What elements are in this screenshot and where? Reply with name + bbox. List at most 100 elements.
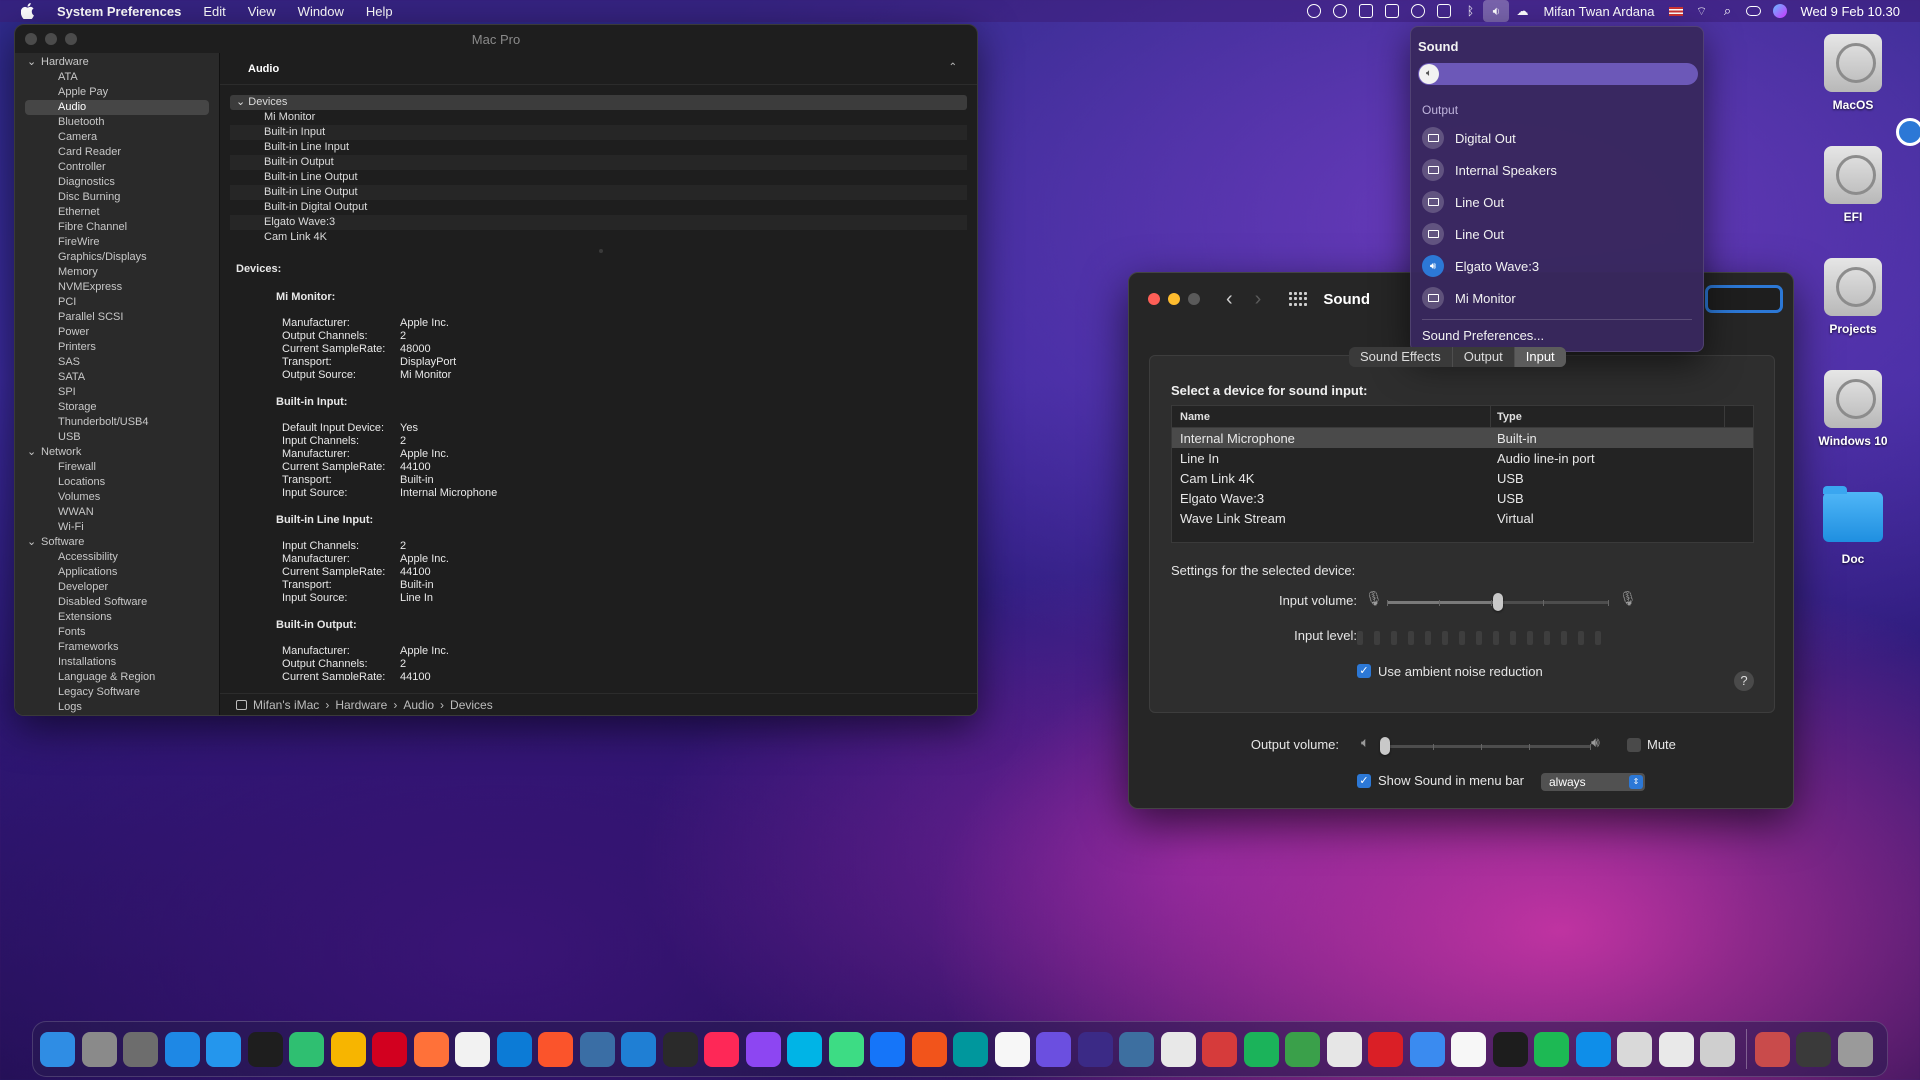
webstorm-icon[interactable] xyxy=(787,1031,822,1067)
path-segment[interactable]: Audio xyxy=(403,698,434,712)
sequel-icon[interactable] xyxy=(1202,1031,1237,1067)
notion-icon[interactable] xyxy=(994,1031,1030,1067)
status-shield-icon[interactable] xyxy=(1301,0,1327,22)
sidebar-item[interactable]: PCI xyxy=(15,295,219,310)
sidebar-item[interactable]: Printers xyxy=(15,340,219,355)
device-list-item[interactable]: Built-in Input xyxy=(230,125,967,140)
help-button[interactable]: ? xyxy=(1734,671,1754,691)
bluetooth-icon[interactable]: ᛒ xyxy=(1457,0,1483,22)
column-name[interactable]: Name xyxy=(1172,406,1491,427)
zoom-button[interactable] xyxy=(65,33,77,45)
output-device-item[interactable]: Digital Out xyxy=(1422,125,1516,151)
sidebar-item[interactable]: Volumes xyxy=(15,490,219,505)
path-segment[interactable]: Mifan's iMac xyxy=(253,698,319,712)
output-volume-knob[interactable] xyxy=(1380,737,1390,755)
menu-edit[interactable]: Edit xyxy=(192,4,236,19)
sidebar-item[interactable]: SPI xyxy=(15,385,219,400)
table-row[interactable]: Wave Link Stream Virtual xyxy=(1172,508,1753,528)
device-list-item[interactable]: Built-in Line Input xyxy=(230,140,967,155)
teamviewer-side-icon[interactable] xyxy=(1896,118,1920,146)
forward-chevron-icon[interactable]: › xyxy=(1255,288,1262,311)
apple-logo-icon[interactable] xyxy=(19,2,37,20)
minimize-button[interactable] xyxy=(1168,293,1180,305)
sidebar-item[interactable]: Wi-Fi xyxy=(15,520,219,535)
sidebar-group-network[interactable]: Network xyxy=(15,445,219,460)
back-chevron-icon[interactable]: ‹ xyxy=(1226,288,1233,311)
intellij-icon[interactable] xyxy=(704,1031,739,1067)
cloud-status-icon[interactable]: ☁︎ xyxy=(1509,0,1535,22)
cloud-app-icon[interactable] xyxy=(1243,1031,1279,1067)
gitkraken-icon[interactable] xyxy=(662,1031,698,1067)
sidebar-item[interactable]: Fibre Channel xyxy=(15,220,219,235)
sidebar-item[interactable]: Parallel SCSI xyxy=(15,310,219,325)
sidebar-item[interactable]: Fonts xyxy=(15,625,219,640)
finder-icon[interactable] xyxy=(40,1031,75,1067)
device-list-item[interactable]: Built-in Line Output xyxy=(230,170,967,185)
vscode-icon[interactable] xyxy=(621,1031,656,1067)
menubar-user-name[interactable]: Mifan Twan Ardana xyxy=(1535,4,1662,19)
tableplus-icon[interactable] xyxy=(1160,1031,1196,1067)
preview-icon[interactable] xyxy=(1617,1031,1652,1067)
sidebar-item[interactable]: FireWire xyxy=(15,235,219,250)
sidebar-item[interactable]: Power xyxy=(15,325,219,340)
terminal-icon[interactable] xyxy=(1492,1031,1528,1067)
device-list-item[interactable]: Elgato Wave:3 xyxy=(230,215,967,230)
sidebar-item[interactable]: Legacy Software xyxy=(15,685,219,700)
path-segment[interactable]: Devices xyxy=(450,698,493,712)
sidebar-item[interactable]: Extensions xyxy=(15,610,219,625)
menu-help[interactable]: Help xyxy=(355,4,404,19)
desktop-icon-doc[interactable]: Doc xyxy=(1808,486,1898,566)
sidebar-item[interactable]: Audio xyxy=(25,100,209,115)
path-segment[interactable]: Hardware xyxy=(335,698,387,712)
sidebar-item[interactable]: Graphics/Displays xyxy=(15,250,219,265)
desktop-icon-efi[interactable]: EFI xyxy=(1808,146,1898,224)
device-list-item[interactable]: Built-in Output xyxy=(230,155,967,170)
display-status-icon[interactable] xyxy=(1353,0,1379,22)
close-button[interactable] xyxy=(1148,293,1160,305)
search-input[interactable] xyxy=(1705,285,1783,313)
mysql-workbench-icon[interactable] xyxy=(1119,1031,1154,1067)
sidebar-item[interactable]: Bluetooth xyxy=(15,115,219,130)
brave-icon[interactable] xyxy=(538,1031,573,1067)
speaker-icon[interactable]: 🔈︎ xyxy=(1419,64,1439,84)
sidebar-item[interactable]: Controller xyxy=(15,160,219,175)
menubar-clock[interactable]: Wed 9 Feb 10.30 xyxy=(1793,4,1909,19)
sidebar-item[interactable]: Language & Region xyxy=(15,670,219,685)
firefox-icon[interactable] xyxy=(413,1031,449,1067)
device-list-item[interactable]: Cam Link 4K xyxy=(230,230,967,245)
sidebar-item[interactable]: Logs xyxy=(15,700,219,715)
activity-monitor-status-icon[interactable] xyxy=(1431,0,1457,22)
sidebar-item[interactable]: Storage xyxy=(15,400,219,415)
zoom-button[interactable] xyxy=(1188,293,1200,305)
tab-output[interactable]: Output xyxy=(1453,347,1515,367)
device-list-item[interactable]: Built-in Line Output xyxy=(230,185,967,200)
trash-icon[interactable] xyxy=(1837,1031,1873,1067)
input-volume-slider[interactable] xyxy=(1387,593,1609,611)
sidebar-item[interactable]: Firewall xyxy=(15,460,219,475)
input-source-flag-icon[interactable] xyxy=(1663,0,1689,22)
menu-system-preferences[interactable]: System Preferences xyxy=(51,4,192,19)
menu-volume-slider[interactable]: 🔈︎ xyxy=(1418,63,1698,85)
sidebar-item[interactable]: Developer xyxy=(15,580,219,595)
sidebar-item[interactable]: Disc Burning xyxy=(15,190,219,205)
cube-app-icon[interactable] xyxy=(579,1031,615,1067)
tab-input[interactable]: Input xyxy=(1514,347,1566,367)
sidebar-item[interactable]: SATA xyxy=(15,370,219,385)
sidebar-item[interactable]: Applications xyxy=(15,565,219,580)
output-device-item[interactable]: Internal Speakers xyxy=(1422,157,1557,183)
arrow-app-status-icon[interactable] xyxy=(1379,0,1405,22)
editor-app-icon[interactable] xyxy=(1036,1031,1071,1067)
menubar-visibility-select[interactable]: always ⇕ xyxy=(1541,773,1645,791)
sidebar-item[interactable]: Accessibility xyxy=(15,550,219,565)
input-volume-knob[interactable] xyxy=(1493,593,1503,611)
screen-recorder-icon[interactable] xyxy=(1796,1031,1831,1067)
creative-cloud-status-icon[interactable] xyxy=(1405,0,1431,22)
spotlight-search-icon[interactable]: ⌕ xyxy=(1715,0,1741,22)
wifi-icon[interactable]: ⌔ xyxy=(1689,0,1715,22)
slides-app-icon[interactable] xyxy=(911,1031,947,1067)
phpstorm-icon[interactable] xyxy=(745,1031,781,1067)
sidebar-item[interactable]: Thunderbolt/USB4 xyxy=(15,415,219,430)
sidebar-item[interactable]: Installations xyxy=(15,655,219,670)
column-type[interactable]: Type xyxy=(1491,406,1725,427)
opera-icon[interactable] xyxy=(372,1031,407,1067)
